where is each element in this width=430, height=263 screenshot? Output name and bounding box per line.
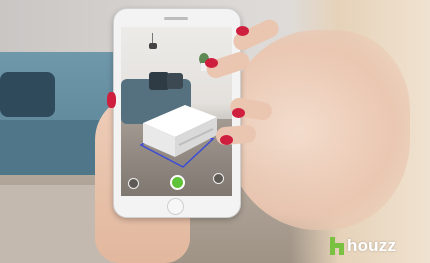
houzz-logo: houzz	[330, 235, 396, 257]
photo-scene: houzz	[0, 0, 430, 263]
camera-switch-icon[interactable]	[128, 178, 139, 189]
phone-speaker	[164, 17, 188, 20]
houzz-logo-icon	[330, 237, 344, 255]
sofa-pillow	[0, 72, 55, 117]
home-button[interactable]	[167, 198, 184, 215]
fingernail	[220, 135, 233, 145]
capture-button[interactable]	[170, 175, 185, 190]
smartphone	[113, 8, 241, 218]
ar-coffee-table	[139, 105, 217, 168]
ar-screen	[121, 27, 232, 196]
fingernail	[236, 26, 249, 36]
fingernail	[232, 108, 245, 118]
gallery-icon[interactable]	[213, 173, 224, 184]
fingernail	[205, 58, 218, 68]
fingernail	[107, 92, 116, 108]
houzz-logo-text: houzz	[347, 236, 397, 255]
